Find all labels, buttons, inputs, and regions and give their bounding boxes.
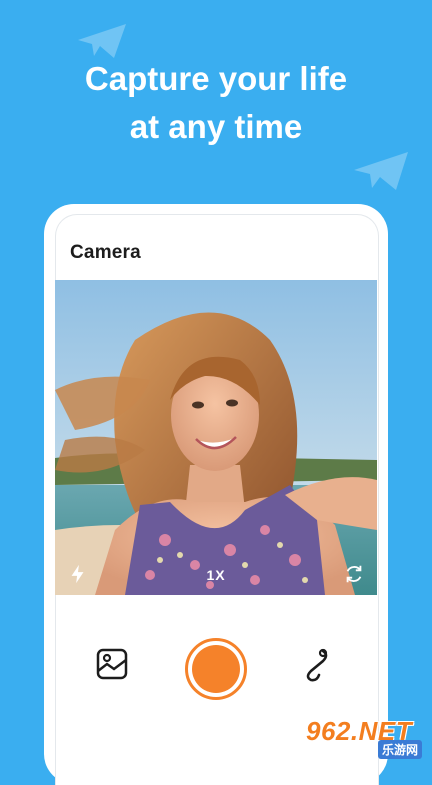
site-watermark: 962.NET 乐游网 [298,716,426,760]
gallery-icon[interactable] [95,647,129,681]
camera-viewfinder[interactable]: 1X [55,280,377,595]
effects-icon[interactable] [301,647,331,683]
shutter-core [192,645,240,693]
zoom-level[interactable]: 1X [55,567,377,583]
flip-camera-icon[interactable] [343,563,365,585]
camera-preview-image [55,280,377,595]
headline-line-1: Capture your life [84,60,348,97]
phone-mockup: Camera 1X [44,204,388,785]
headline-line-2: at any time [129,108,303,145]
headline: Capture your life at any time [0,55,432,151]
page-title: Camera [70,242,141,263]
watermark-subtitle: 乐游网 [377,740,422,759]
camera-controls [55,595,377,715]
paper-plane-icon [354,152,408,190]
shutter-button[interactable] [185,638,247,700]
